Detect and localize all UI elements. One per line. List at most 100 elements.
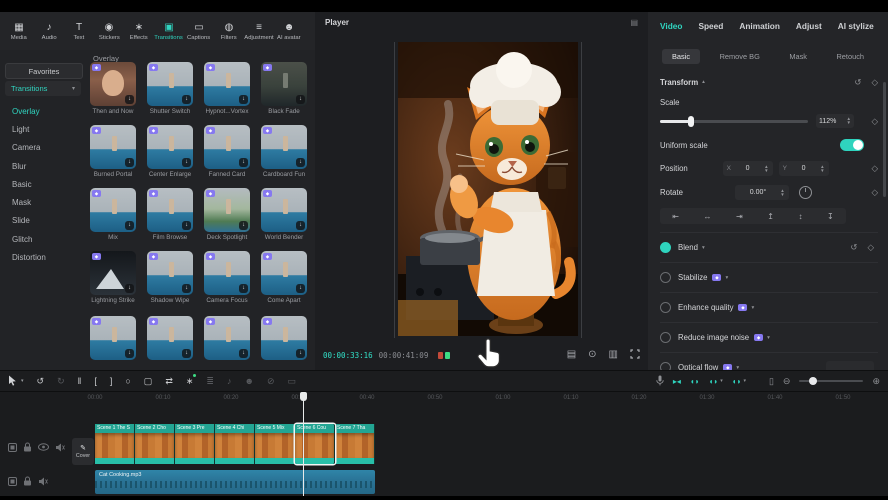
microphone-icon[interactable] xyxy=(656,375,664,388)
zoom-out-icon[interactable]: ⊖ xyxy=(783,376,791,386)
download-icon[interactable]: ↓ xyxy=(239,221,248,230)
subtab-retouch[interactable]: Retouch xyxy=(826,49,874,64)
player-view-options-icon[interactable]: ▤ xyxy=(630,18,638,27)
zoom-in-icon[interactable]: ⊕ xyxy=(872,376,880,386)
download-icon[interactable]: ↓ xyxy=(239,284,248,293)
enhance-quality-checkbox[interactable] xyxy=(660,302,671,313)
collapse-caret-icon[interactable]: ▴ xyxy=(702,79,705,85)
download-icon[interactable]: ↓ xyxy=(296,158,305,167)
layers-icon[interactable]: ≣ xyxy=(206,376,214,386)
marker-pair-button[interactable]: ▸◂ xyxy=(673,377,681,386)
lock-track-icon[interactable] xyxy=(23,442,32,452)
sidebar-category-basic[interactable]: Basic xyxy=(0,175,88,193)
download-icon[interactable]: ↓ xyxy=(182,284,191,293)
ratio-icon[interactable]: ▤ xyxy=(567,350,576,360)
subtab-remove-bg[interactable]: Remove BG xyxy=(710,49,770,64)
mute-track-icon[interactable] xyxy=(55,443,65,452)
sidebar-category-glitch[interactable]: Glitch xyxy=(0,230,88,248)
display-mode-icon[interactable]: ▭ xyxy=(287,376,296,386)
align-center-h-icon[interactable]: ↔ xyxy=(704,212,712,221)
toolbar-item-filters[interactable]: ◍Filters xyxy=(214,22,244,41)
transition-item-come-apart[interactable]: ◆↓Come Apart xyxy=(261,251,307,304)
timeline-clip-6[interactable]: Scene 6 Cou xyxy=(295,424,335,464)
redo-icon[interactable]: ↻ xyxy=(57,376,65,386)
timeline-clip-1[interactable]: Scene 1 The S xyxy=(95,424,135,464)
rotate-dial-icon[interactable] xyxy=(799,186,812,199)
timeline-zoom-slider[interactable] xyxy=(799,380,863,382)
sidebar-category-overlay[interactable]: Overlay xyxy=(0,102,88,120)
sidebar-category-mask[interactable]: Mask xyxy=(0,193,88,211)
trim-right-icon[interactable]: ] xyxy=(110,376,113,386)
transition-item-film-browse[interactable]: ◆↓Film Browse xyxy=(147,188,193,241)
download-icon[interactable]: ↓ xyxy=(239,349,248,358)
download-icon[interactable]: ↓ xyxy=(182,95,191,104)
render-indicator-icon[interactable] xyxy=(438,352,450,359)
toolbar-item-transitions[interactable]: ▣Transitions xyxy=(154,22,184,41)
scale-keyframe-icon[interactable]: ◇ xyxy=(871,116,878,127)
transition-item-fanned-card[interactable]: ◆↓Fanned Card xyxy=(204,125,250,178)
undo-icon[interactable]: ↺ xyxy=(37,376,45,386)
transitions-dropdown[interactable]: Transitions ▾ xyxy=(5,81,81,96)
reverse-icon[interactable]: ⇄ xyxy=(165,376,173,386)
download-icon[interactable]: ↓ xyxy=(125,158,134,167)
transition-item-row5-0[interactable]: ◆↓ xyxy=(90,316,136,360)
download-icon[interactable]: ↓ xyxy=(182,349,191,358)
reset-blend-icon[interactable]: ↺ xyxy=(850,242,857,253)
position-x-field[interactable]: X 0 ▲▼ xyxy=(723,161,773,176)
fullscreen-icon[interactable] xyxy=(630,349,640,362)
transition-item-deck-spotlight[interactable]: ◆↓Deck Spotlight xyxy=(204,188,250,241)
transition-item-row5-3[interactable]: ◆↓ xyxy=(261,316,307,360)
sidebar-category-slide[interactable]: Slide xyxy=(0,212,88,230)
transition-item-then-and-now[interactable]: ◆↓Then and Now xyxy=(90,62,136,115)
position-y-stepper[interactable]: ▲▼ xyxy=(820,165,824,173)
transition-item-world-bender[interactable]: ◆↓World Bender xyxy=(261,188,307,241)
transition-item-shadow-wipe[interactable]: ◆↓Shadow Wipe xyxy=(147,251,193,304)
transition-item-row5-2[interactable]: ◆↓ xyxy=(204,316,250,360)
sidebar-category-distortion[interactable]: Distortion xyxy=(0,248,88,266)
transition-item-row5-1[interactable]: ◆↓ xyxy=(147,316,193,360)
hide-clip-icon[interactable]: ⊘ xyxy=(267,376,275,386)
tab-animation[interactable]: Animation xyxy=(739,21,780,31)
uniform-scale-toggle[interactable] xyxy=(840,139,864,151)
toolbar-item-media[interactable]: ▦Media xyxy=(4,22,34,41)
download-icon[interactable]: ↓ xyxy=(239,158,248,167)
clip-audio-icon[interactable]: ♪ xyxy=(227,376,232,386)
toolbar-item-effects[interactable]: ∗Effects xyxy=(124,22,154,41)
video-preview-canvas[interactable] xyxy=(398,42,578,336)
playhead[interactable] xyxy=(303,392,304,496)
chevron-down-icon[interactable]: ▾ xyxy=(751,305,754,311)
timeline-zoom-handle[interactable] xyxy=(809,377,817,385)
align-bottom-icon[interactable]: ↧ xyxy=(827,212,834,221)
timeline-clip-5[interactable]: Scene 5 Mix xyxy=(255,424,295,464)
align-top-icon[interactable]: ↥ xyxy=(767,212,774,221)
align-left-icon[interactable]: ⇤ xyxy=(672,212,679,221)
track-options-icon[interactable] xyxy=(8,443,17,452)
edit-cover-button[interactable]: ✎ Cover xyxy=(72,438,94,465)
scale-slider[interactable] xyxy=(660,120,808,123)
tab-ai-stylize[interactable]: AI stylize xyxy=(838,21,874,31)
subtab-basic[interactable]: Basic xyxy=(662,49,700,64)
download-icon[interactable]: ↓ xyxy=(296,284,305,293)
transition-item-shutter-switch[interactable]: ◆↓Shutter Switch xyxy=(147,62,193,115)
mirror-preview-icon[interactable]: ▥ xyxy=(609,350,618,360)
avatar-tool-icon[interactable]: ☻ xyxy=(244,376,253,386)
download-icon[interactable]: ↓ xyxy=(239,95,248,104)
tool-dropdown-caret-icon[interactable]: ▾ xyxy=(21,378,24,384)
chevron-down-icon[interactable]: ▾ xyxy=(702,245,705,251)
download-icon[interactable]: ↓ xyxy=(125,284,134,293)
toolbar-item-ai-avatar[interactable]: ☻AI avatar xyxy=(274,22,304,41)
rotate-keyframe-icon[interactable]: ◇ xyxy=(871,187,878,198)
transition-item-black-fade[interactable]: ◆↓Black Fade xyxy=(261,62,307,115)
sidebar-category-camera[interactable]: Camera xyxy=(0,139,88,157)
download-icon[interactable]: ↓ xyxy=(296,349,305,358)
timeline-area[interactable]: 00:0000:1000:2000:3000:4000:5001:0001:10… xyxy=(0,392,888,496)
mute-track-icon[interactable] xyxy=(38,477,48,486)
keyframe-tool-button[interactable]: ◖◗▾ xyxy=(709,377,723,386)
capsule-tool-button[interactable]: ◖◗ xyxy=(690,377,700,386)
transition-item-hypnot-vortex[interactable]: ◆↓Hypnot...Vortex xyxy=(204,62,250,115)
timeline-clip-7[interactable]: Scene 7 Tha xyxy=(335,424,375,464)
tab-video[interactable]: Video xyxy=(660,21,682,31)
transition-item-cardboard-fun[interactable]: ◆↓Cardboard Fun xyxy=(261,125,307,178)
rotate-stepper[interactable]: ▲▼ xyxy=(780,189,784,197)
download-icon[interactable]: ↓ xyxy=(296,221,305,230)
